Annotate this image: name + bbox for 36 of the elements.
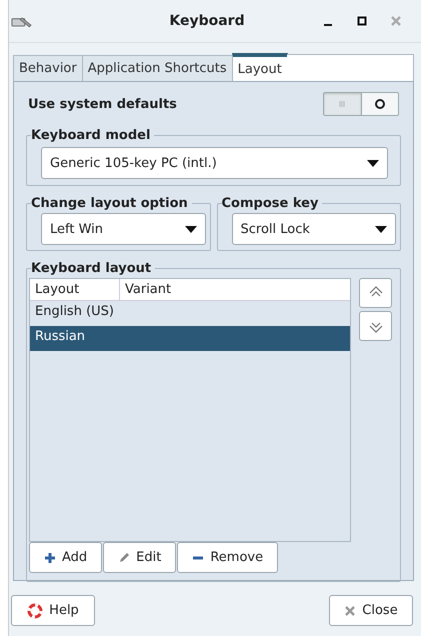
tab[interactable]: Layout: [232, 53, 288, 81]
column-header[interactable]: Variant: [120, 279, 350, 300]
setting-label: Use system defaults: [28, 96, 177, 112]
toggle-switch[interactable]: [323, 92, 399, 116]
lifebuoy-icon: [27, 602, 44, 618]
list-row[interactable]: English (US): [30, 301, 350, 326]
window-title: Keyboard: [168, 13, 246, 29]
column-header[interactable]: Layout: [30, 279, 120, 300]
move-down-button[interactable]: [359, 311, 392, 341]
remove-button[interactable]: Remove: [177, 542, 278, 573]
compose-key-dropdown[interactable]: Scroll Lock: [232, 213, 396, 245]
group-title: Compose key: [222, 196, 320, 211]
pencil-icon: [118, 552, 130, 564]
list-row[interactable]: Russian: [30, 326, 350, 351]
close-icon: [344, 604, 356, 616]
minimize-icon: [323, 24, 333, 26]
layout-option-dropdown[interactable]: Left Win: [41, 213, 206, 245]
dropdown-arrow-icon: [375, 226, 387, 232]
tab[interactable]: Application Shortcuts: [82, 55, 233, 81]
help-button[interactable]: Help: [11, 595, 95, 626]
group-title: Change layout option: [31, 196, 189, 211]
tab[interactable]: Behavior: [13, 55, 83, 81]
lines-icon: [338, 100, 346, 108]
keyboard-model-dropdown[interactable]: Generic 105-key PC (intl.): [41, 147, 388, 179]
dropdown-arrow-icon: [367, 160, 379, 166]
close-button[interactable]: Close: [329, 595, 413, 626]
dropdown-arrow-icon: [184, 226, 196, 232]
close-icon: [390, 15, 402, 27]
group-title: Keyboard model: [31, 128, 152, 143]
group-title: Keyboard layout: [31, 261, 152, 276]
plus-icon: [44, 552, 56, 564]
add-button[interactable]: Add: [29, 542, 102, 573]
maximize-icon: [357, 16, 367, 26]
edit-button[interactable]: Edit: [103, 542, 176, 573]
circle-icon: [374, 98, 386, 110]
move-up-button[interactable]: [359, 278, 392, 308]
